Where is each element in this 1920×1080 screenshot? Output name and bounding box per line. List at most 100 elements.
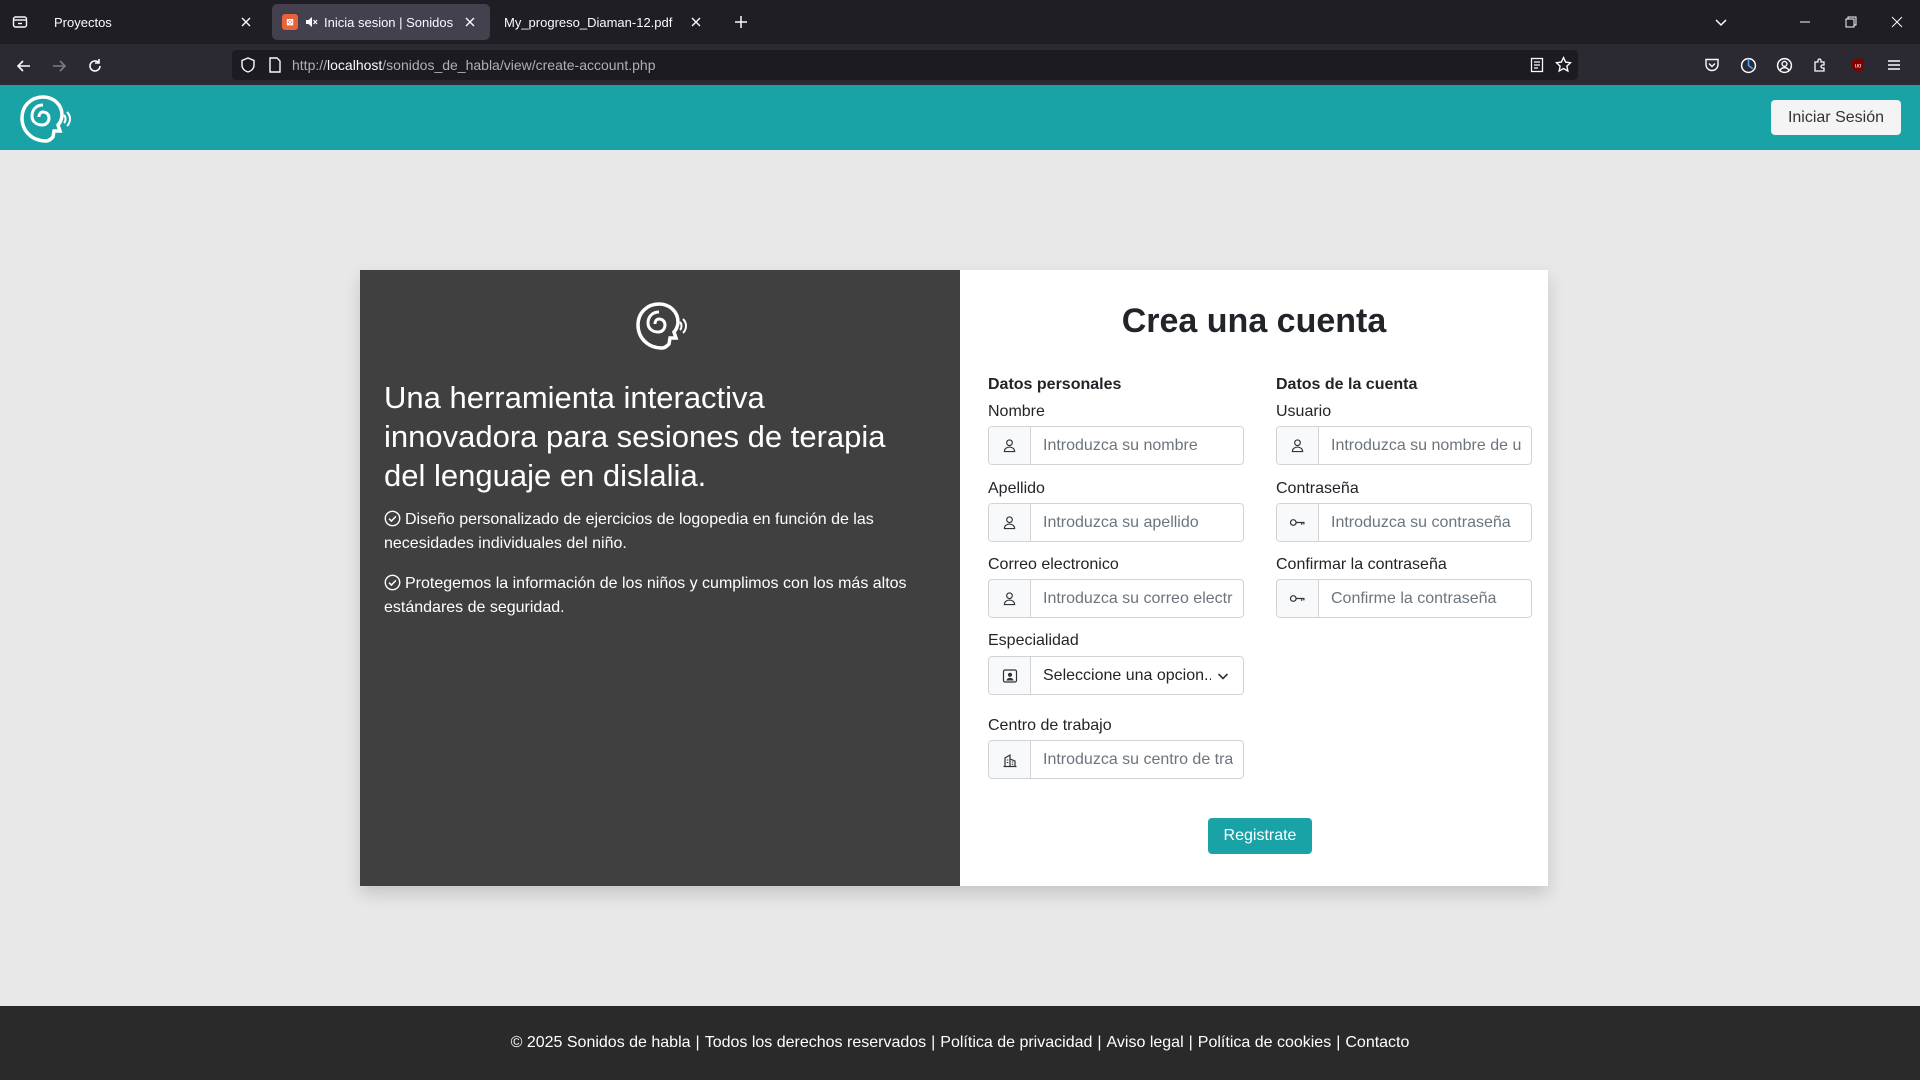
especialidad-selected-value: Seleccione una opcion... <box>1043 666 1211 684</box>
confirm-password-input[interactable] <box>1319 580 1531 617</box>
centro-input[interactable] <box>1031 741 1243 778</box>
site-header: Iniciar Sesión <box>0 85 1920 150</box>
firefox-view-button[interactable] <box>0 0 40 44</box>
signup-card: Una herramienta interactiva innovadora p… <box>360 270 1548 886</box>
url-bar[interactable]: http://localhost/sonidos_de_habla/view/c… <box>232 50 1578 80</box>
extension-button[interactable] <box>1736 53 1760 77</box>
footer-separator: | <box>1188 1034 1193 1051</box>
footer-copyright: © 2025 Sonidos de habla <box>510 1034 691 1051</box>
feature-item: Protegemos la información de los niños y… <box>384 574 907 616</box>
centro-label: Centro de trabajo <box>988 717 1112 734</box>
especialidad-select[interactable]: Seleccione una opcion... <box>1031 657 1243 694</box>
nombre-label: Nombre <box>988 403 1045 420</box>
footer-link-legal[interactable]: Aviso legal <box>1107 1034 1184 1052</box>
site-logo-icon[interactable] <box>16 93 72 145</box>
footer-link-privacy[interactable]: Política de privacidad <box>940 1034 1092 1052</box>
tab-proyectos[interactable]: Proyectos <box>44 4 266 40</box>
register-button[interactable]: Registrate <box>1208 818 1312 854</box>
account-button[interactable] <box>1772 53 1796 77</box>
ublock-button[interactable]: uo <box>1846 53 1870 77</box>
clock-extension-icon <box>1740 57 1756 73</box>
tab-title: My_progreso_Diaman-12.pdf <box>504 14 673 30</box>
bookmark-star-icon[interactable] <box>1555 56 1572 73</box>
section-personal-title: Datos personales <box>988 376 1122 393</box>
browser-tab-bar: Proyectos ⊠ Inicia sesion | Sonidos de h… <box>0 0 1920 44</box>
password-label: Contraseña <box>1276 480 1359 497</box>
apellido-input[interactable] <box>1031 504 1243 541</box>
brand-logo-icon <box>636 302 687 350</box>
especialidad-label: Especialidad <box>988 632 1079 649</box>
pocket-button[interactable] <box>1700 53 1724 77</box>
reader-view-icon[interactable] <box>1530 57 1544 73</box>
tab-title: Proyectos <box>54 14 112 30</box>
footer-link-rights[interactable]: Todos los derechos reservados <box>705 1034 926 1052</box>
usuario-input[interactable] <box>1319 427 1531 464</box>
minimize-button[interactable] <box>1782 0 1828 44</box>
page-info-icon[interactable] <box>268 57 282 73</box>
reload-icon <box>89 59 101 72</box>
promo-headline: Una herramienta interactiva innovadora p… <box>384 380 886 493</box>
nombre-field <box>988 426 1244 465</box>
usuario-field <box>1276 426 1532 465</box>
correo-input[interactable] <box>1031 580 1243 617</box>
pocket-icon <box>1705 58 1719 72</box>
xampp-favicon-icon: ⊠ <box>282 14 298 30</box>
menu-button[interactable] <box>1882 53 1906 77</box>
login-button[interactable]: Iniciar Sesión <box>1770 100 1901 135</box>
restore-button[interactable] <box>1828 0 1874 44</box>
footer-separator: | <box>1097 1034 1102 1051</box>
plus-icon <box>735 16 747 28</box>
forward-button[interactable] <box>45 52 73 80</box>
confirm-password-label: Confirmar la contraseña <box>1276 556 1447 573</box>
footer-link-contact[interactable]: Contacto <box>1345 1034 1409 1052</box>
list-all-tabs-button[interactable] <box>1698 0 1744 44</box>
close-tab-icon[interactable] <box>686 12 706 32</box>
user-icon <box>989 504 1031 541</box>
close-icon <box>1891 16 1903 28</box>
section-account-title: Datos de la cuenta <box>1276 376 1418 393</box>
tab-pdf[interactable]: My_progreso_Diaman-12.pdf <box>494 4 716 40</box>
account-icon <box>1776 57 1792 73</box>
puzzle-icon <box>1814 58 1825 72</box>
muted-audio-icon[interactable] <box>304 15 318 29</box>
key-icon <box>1277 580 1319 617</box>
password-input[interactable] <box>1319 504 1531 541</box>
footer-link-cookies[interactable]: Política de cookies <box>1198 1034 1331 1052</box>
footer-separator: | <box>931 1034 936 1051</box>
firefox-view-icon <box>12 16 28 28</box>
usuario-label: Usuario <box>1276 403 1332 420</box>
back-button[interactable] <box>10 52 38 80</box>
feature-item: Diseño personalizado de ejercicios de lo… <box>384 510 874 552</box>
chevron-down-icon <box>1217 672 1229 680</box>
extensions-button[interactable] <box>1808 53 1832 77</box>
tab-inicia-sesion[interactable]: ⊠ Inicia sesion | Sonidos de habla <box>272 4 490 40</box>
check-circle-icon <box>384 510 401 527</box>
close-tab-icon[interactable] <box>236 12 256 32</box>
user-icon <box>989 427 1031 464</box>
especialidad-field: Seleccione una opcion... <box>988 656 1244 695</box>
restore-icon <box>1845 16 1857 28</box>
nombre-input[interactable] <box>1031 427 1243 464</box>
svg-text:uo: uo <box>1855 64 1862 70</box>
signup-form: Crea una cuenta Datos personales Nombre … <box>960 270 1548 886</box>
ublock-icon: uo <box>1852 58 1864 72</box>
user-icon <box>1277 427 1319 464</box>
correo-field <box>988 579 1244 618</box>
confirm-password-field <box>1276 579 1532 618</box>
new-tab-button[interactable] <box>729 10 753 34</box>
shield-icon[interactable] <box>240 57 256 73</box>
hamburger-menu-icon <box>1888 60 1900 70</box>
close-window-button[interactable] <box>1874 0 1920 44</box>
reload-button[interactable] <box>81 52 109 80</box>
apellido-label: Apellido <box>988 480 1045 497</box>
close-tab-icon[interactable] <box>460 12 480 32</box>
user-icon <box>989 580 1031 617</box>
tab-title: Inicia sesion | Sonidos de habla <box>324 14 454 30</box>
check-circle-icon <box>384 574 401 591</box>
password-field <box>1276 503 1532 542</box>
arrow-right-icon <box>53 60 67 72</box>
footer-separator: | <box>1336 1034 1341 1051</box>
browser-nav-bar: http://localhost/sonidos_de_habla/view/c… <box>0 44 1920 85</box>
promo-panel: Una herramienta interactiva innovadora p… <box>360 270 960 886</box>
centro-field <box>988 740 1244 779</box>
